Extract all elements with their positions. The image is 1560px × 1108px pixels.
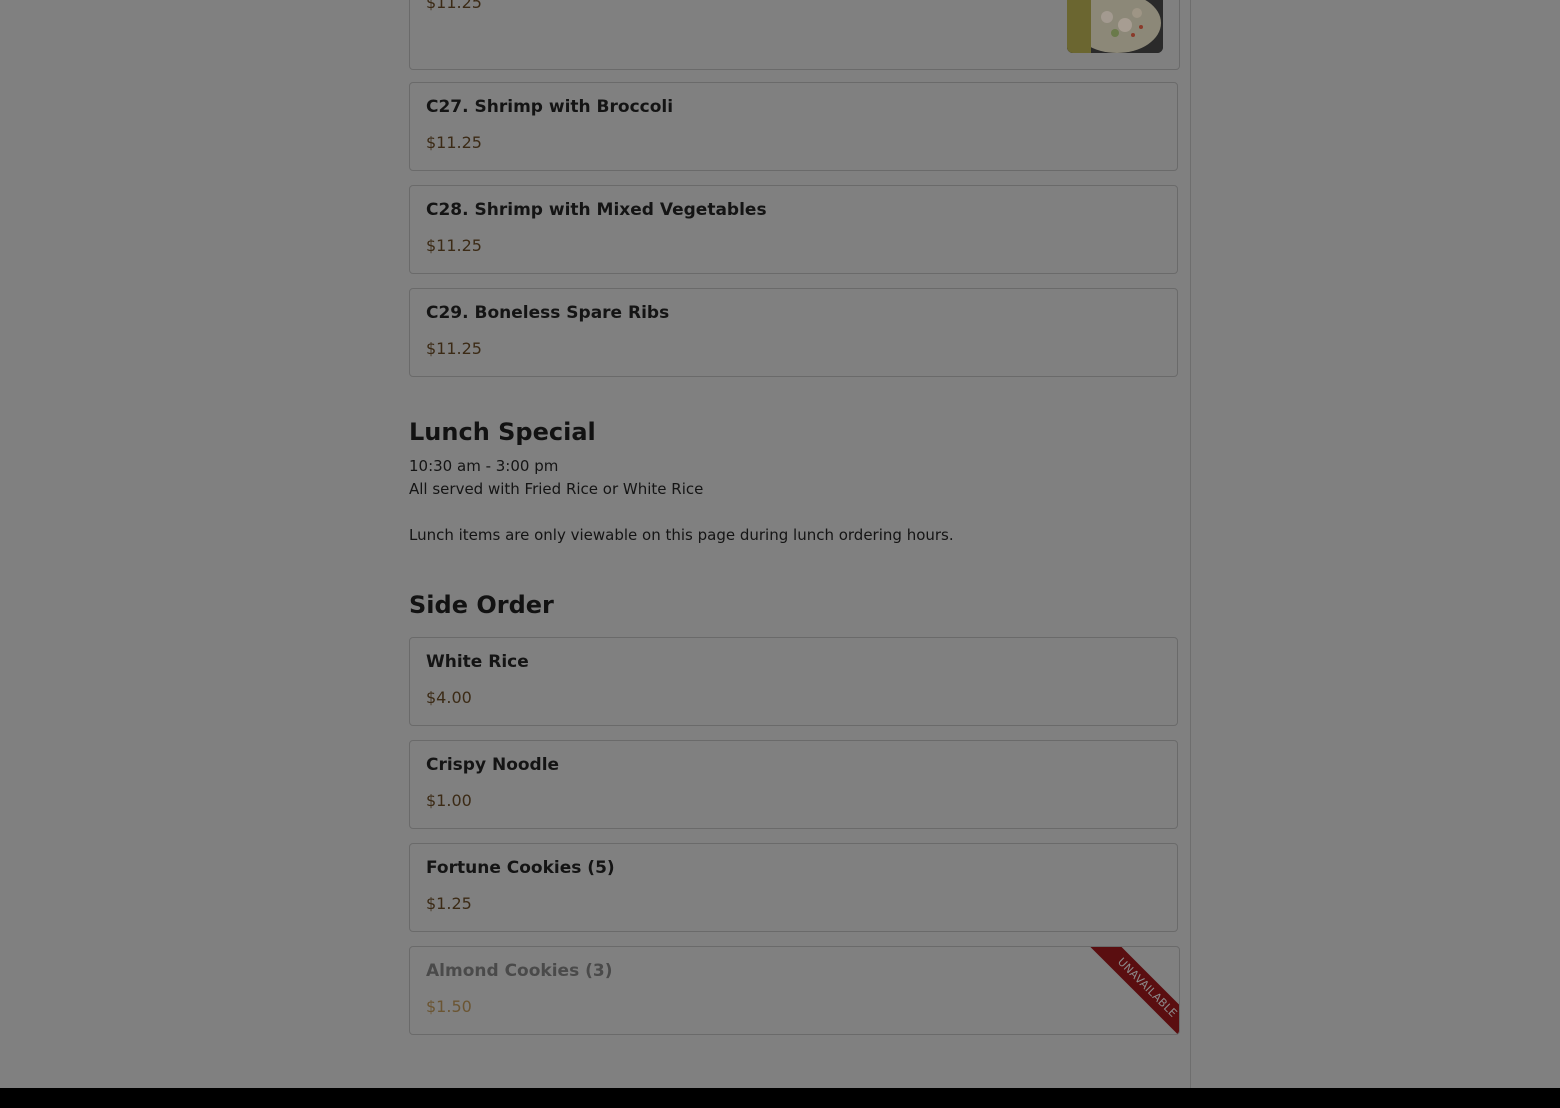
item-price: $11.25 [426, 339, 482, 358]
menu-item-card[interactable]: Fortune Cookies (5) $1.25 [409, 843, 1178, 932]
item-name: White Rice [426, 652, 529, 672]
food-photo-icon [1067, 0, 1163, 53]
item-name: C29. Boneless Spare Ribs [426, 303, 670, 323]
lunch-hours: 10:30 am - 3:00 pm [409, 457, 559, 475]
unavailable-badge: UNAVAILABLE [1089, 947, 1179, 1034]
section-title-lunch-special: Lunch Special [409, 418, 596, 446]
menu-item-card-unavailable: Almond Cookies (3) $1.50 UNAVAILABLE [409, 946, 1180, 1035]
item-price: $11.25 [426, 133, 482, 152]
item-price: $1.00 [426, 791, 472, 810]
item-price: $11.25 [426, 0, 482, 12]
column-divider [1190, 0, 1191, 1088]
item-name: C28. Shrimp with Mixed Vegetables [426, 200, 767, 220]
item-name: Fortune Cookies (5) [426, 858, 615, 878]
item-photo [1067, 0, 1163, 53]
lunch-description: All served with Fried Rice or White Rice [409, 480, 704, 498]
menu-item-card[interactable]: $11.25 [409, 0, 1180, 70]
item-price: $1.50 [426, 997, 472, 1016]
lunch-note: Lunch items are only viewable on this pa… [409, 526, 954, 544]
menu-item-card[interactable]: Crispy Noodle $1.00 [409, 740, 1178, 829]
item-price: $1.25 [426, 894, 472, 913]
item-name: C27. Shrimp with Broccoli [426, 97, 674, 117]
menu-item-card[interactable]: C27. Shrimp with Broccoli $11.25 [409, 82, 1178, 171]
bottom-bar [0, 1088, 1560, 1108]
item-name: Almond Cookies (3) [426, 961, 613, 981]
menu-item-card[interactable]: C28. Shrimp with Mixed Vegetables $11.25 [409, 185, 1178, 274]
item-price: $4.00 [426, 688, 472, 707]
menu-item-card[interactable]: C29. Boneless Spare Ribs $11.25 [409, 288, 1178, 377]
item-name: Crispy Noodle [426, 755, 560, 775]
menu-page: $11.25 C27. Shrimp with Broccoli $11.25 … [0, 0, 1560, 1108]
item-price: $11.25 [426, 236, 482, 255]
unavailable-ribbon: UNAVAILABLE [1085, 947, 1179, 1034]
menu-item-card[interactable]: White Rice $4.00 [409, 637, 1178, 726]
section-title-side-order: Side Order [409, 591, 554, 619]
